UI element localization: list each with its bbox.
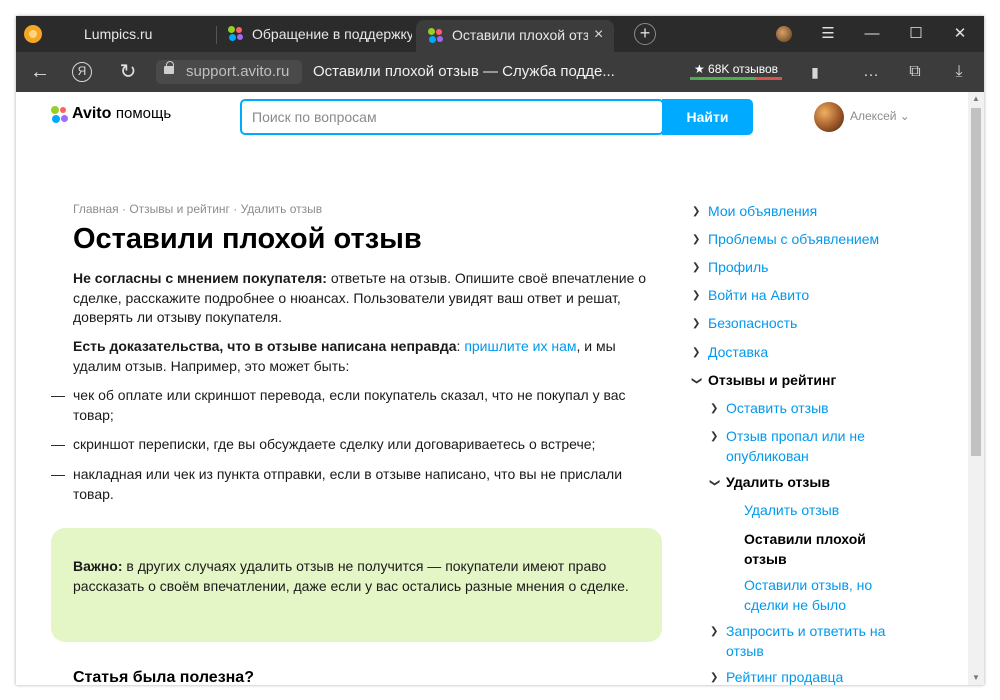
chevron-right-icon: ❯ xyxy=(710,626,719,637)
sidebar-item-ad-problems[interactable]: Проблемы с объявлением xyxy=(708,230,879,250)
chevron-right-icon: ❯ xyxy=(692,347,701,358)
tab-title: Обращение в поддержку xyxy=(252,26,412,42)
list-item: — чек об оплате или скриншот перевода, е… xyxy=(51,386,663,425)
close-icon[interactable]: × xyxy=(594,20,603,50)
search-button[interactable]: Найти xyxy=(662,99,753,135)
more-icon[interactable]: … xyxy=(856,52,886,92)
chevron-right-icon: ❯ xyxy=(692,318,701,329)
tab-title: Lumpics.ru xyxy=(84,26,153,42)
scrollbar-thumb[interactable] xyxy=(971,108,981,456)
sidebar-item-bad-review-current[interactable]: Оставили плохой отзыв xyxy=(744,530,894,569)
paragraph-evidence: Есть доказательства, что в отзыве написа… xyxy=(73,337,663,376)
logo-sub: помощь xyxy=(115,105,172,122)
paragraph-bold: Не согласны с мнением покупателя: xyxy=(73,270,327,286)
sidebar-item-seller-rating[interactable]: Рейтинг продавца xyxy=(726,668,843,685)
chevron-down-icon: ❯ xyxy=(708,478,720,487)
scroll-up-icon[interactable]: ▲ xyxy=(968,92,984,106)
extensions-icon[interactable]: ⧉ xyxy=(900,52,930,92)
reviews-badge-label: ★ 68K отзывов xyxy=(693,62,779,76)
sidebar-item-reviews-rating[interactable]: Отзывы и рейтинг xyxy=(708,371,836,391)
lock-icon xyxy=(164,61,174,74)
logo-text: Avito помощь xyxy=(72,105,171,123)
search-input[interactable] xyxy=(242,101,662,133)
tab-strip: Lumpics.ru Обращение в поддержку Оставил… xyxy=(16,16,984,52)
reload-icon[interactable]: ↻ xyxy=(110,52,146,92)
minimize-icon[interactable]: — xyxy=(852,16,892,52)
sidebar-item-delete-review-group[interactable]: Удалить отзыв xyxy=(726,473,830,493)
chevron-down-icon: ❯ xyxy=(690,376,702,385)
sidebar-item-request-reply[interactable]: Запросить и ответить на отзыв xyxy=(726,622,906,661)
tab-support-request[interactable]: Обращение в поддержку xyxy=(220,16,414,52)
maximize-icon[interactable]: ☐ xyxy=(896,16,936,52)
important-callout: Важно: в других случаях удалить отзыв не… xyxy=(51,528,662,642)
user-menu[interactable]: Алексей ⌄ xyxy=(850,109,910,123)
list-dash: — xyxy=(51,387,65,403)
chevron-right-icon: ❯ xyxy=(692,262,701,273)
browser-menu-icon[interactable] xyxy=(24,25,42,43)
tab-separator xyxy=(216,26,217,44)
scroll-down-icon[interactable]: ▼ xyxy=(968,671,984,685)
sidebar-item-profile[interactable]: Профиль xyxy=(708,258,768,278)
avito-favicon-icon xyxy=(428,28,444,44)
chevron-right-icon: ❯ xyxy=(692,206,701,217)
back-arrow-icon[interactable]: ← xyxy=(22,52,58,92)
sidebar-item-review-missing[interactable]: Отзыв пропал или не опубликован xyxy=(726,427,896,466)
avito-favicon-icon xyxy=(228,26,244,42)
page-scrollbar[interactable]: ▲ ▼ xyxy=(968,92,984,685)
page-title: Оставили плохой отзыв xyxy=(73,223,422,255)
sidebar-item-login[interactable]: Войти на Авито xyxy=(708,286,809,306)
yandex-icon[interactable]: Я xyxy=(72,62,92,82)
breadcrumb[interactable]: Главная · Отзывы и рейтинг · Удалить отз… xyxy=(73,202,322,216)
page-viewport: Avito помощь Найти Алексей ⌄ Главная · О… xyxy=(16,92,984,685)
callout-bold: Важно: xyxy=(73,558,123,574)
reviews-badge[interactable]: ★ 68K отзывов xyxy=(690,60,782,84)
list-dash: — xyxy=(51,436,65,452)
browser-window: Lumpics.ru Обращение в поддержку Оставил… xyxy=(16,16,984,685)
reviews-rating-fill xyxy=(690,77,757,80)
window-close-icon[interactable]: ✕ xyxy=(940,16,980,52)
address-bar: ← Я ↻ support.avito.ru Оставили плохой о… xyxy=(16,52,984,92)
chevron-right-icon: ❯ xyxy=(710,672,719,683)
search-box xyxy=(240,99,664,135)
reviews-rating-bar xyxy=(690,77,782,80)
chevron-right-icon: ❯ xyxy=(692,234,701,245)
download-icon[interactable]: ⤓ xyxy=(944,52,974,92)
user-avatar[interactable] xyxy=(814,102,844,132)
url-domain: support.avito.ru xyxy=(186,63,290,80)
sidebar-item-leave-review[interactable]: Оставить отзыв xyxy=(726,399,829,419)
list-item-text: чек об оплате или скриншот перевода, есл… xyxy=(73,387,626,423)
sidebar-item-my-ads[interactable]: Мои объявления xyxy=(708,202,817,222)
list-item: — скриншот переписки, где вы обсуждаете … xyxy=(51,435,663,455)
callout-body: в других случаях удалить отзыв не получи… xyxy=(73,558,629,594)
list-item-text: скриншот переписки, где вы обсуждаете сд… xyxy=(73,436,596,452)
sidebar-item-security[interactable]: Безопасность xyxy=(708,314,797,334)
list-item: — накладная или чек из пункта отправки, … xyxy=(51,465,663,504)
bookmark-icon[interactable]: ▮ xyxy=(800,52,830,92)
chevron-right-icon: ❯ xyxy=(710,403,719,414)
user-name: Алексей xyxy=(850,109,897,123)
callout-text: Важно: в других случаях удалить отзыв не… xyxy=(73,557,643,596)
profile-avatar-icon[interactable] xyxy=(776,26,792,42)
tab-title: Оставили плохой отзыв xyxy=(452,27,588,43)
url-page-title[interactable]: Оставили плохой отзыв — Служба подде... xyxy=(313,63,615,80)
sidebar-item-delete-review[interactable]: Удалить отзыв xyxy=(744,501,839,521)
tab-lumpics[interactable]: Lumpics.ru xyxy=(72,16,212,52)
avito-logo-icon xyxy=(51,106,69,124)
sidebar-item-delivery[interactable]: Доставка xyxy=(708,343,768,363)
new-tab-button[interactable]: + xyxy=(634,23,656,45)
chevron-down-icon: ⌄ xyxy=(899,109,910,123)
send-evidence-link[interactable]: пришлите их нам xyxy=(464,338,576,354)
site-info-pill[interactable]: support.avito.ru xyxy=(156,60,302,84)
paragraph-bold: Есть доказательства, что в отзыве написа… xyxy=(73,338,457,354)
list-dash: — xyxy=(51,466,65,482)
hamburger-menu-icon[interactable]: ☰ xyxy=(808,16,848,52)
paragraph-disagree: Не согласны с мнением покупателя: ответь… xyxy=(73,269,663,328)
chevron-right-icon: ❯ xyxy=(710,431,719,442)
logo-brand: Avito xyxy=(72,105,112,122)
tab-bad-review[interactable]: Оставили плохой отзыв × xyxy=(416,20,614,52)
helpful-heading: Статья была полезна? xyxy=(73,669,254,685)
sidebar-item-review-no-deal[interactable]: Оставили отзыв, но сделки не было xyxy=(744,576,894,615)
list-item-text: накладная или чек из пункта отправки, ес… xyxy=(73,466,623,502)
chevron-right-icon: ❯ xyxy=(692,290,701,301)
